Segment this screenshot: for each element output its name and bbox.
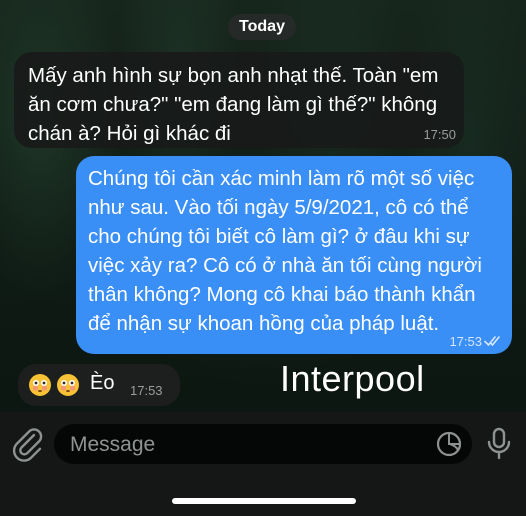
message-text: Chúng tôi cần xác minh làm rõ một số việ…: [88, 164, 508, 338]
message-line: Mấy anh hình sự bọn anh nhạt thế. Toàn "…: [28, 64, 439, 87]
microphone-icon[interactable]: [486, 426, 512, 462]
home-indicator[interactable]: [172, 498, 356, 504]
paperclip-icon[interactable]: [10, 426, 44, 462]
watermark-text: Interpool: [280, 358, 425, 399]
date-separator: Today: [228, 14, 296, 40]
message-line: như sau. Vào tối ngày 5/9/2021, cô có th…: [88, 196, 469, 219]
message-line: cho chúng tôi biết cô làm gì? ở đâu khi …: [88, 225, 470, 248]
message-input-field[interactable]: [54, 424, 472, 466]
outgoing-message-bubble[interactable]: Chúng tôi cần xác minh làm rõ một số việ…: [76, 156, 512, 354]
message-line: Chúng tôi cần xác minh làm rõ một số việ…: [88, 167, 475, 190]
incoming-message-bubble[interactable]: Mấy anh hình sự bọn anh nhạt thế. Toàn "…: [14, 52, 464, 148]
flushed-face-emoji-icon: [57, 374, 79, 396]
message-time: 17:50: [423, 127, 456, 142]
message-line: chán à? Hỏi gì khác đi: [28, 122, 231, 145]
message-line: để nhận sự khoan hồng của pháp luật.: [88, 312, 440, 335]
message-line: thân không? Mong cô khai báo thành khẩn: [88, 283, 476, 306]
message-time: 17:53: [449, 334, 482, 349]
flushed-face-emoji-icon: [29, 374, 51, 396]
message-text: Èo: [90, 372, 115, 394]
sticker-icon[interactable]: [436, 431, 462, 457]
double-check-icon: [484, 336, 500, 346]
message-line: ăn cơm chưa?" "em đang làm gì thế?" khôn…: [28, 93, 438, 116]
message-line: việc xảy ra? Cô có ở nhà ăn tối cùng ngư…: [88, 254, 482, 277]
message-time: 17:53: [130, 383, 163, 398]
message-text: Mấy anh hình sự bọn anh nhạt thế. Toàn "…: [28, 61, 458, 148]
incoming-message-bubble[interactable]: Èo 17:53: [18, 364, 180, 406]
message-input[interactable]: [68, 424, 422, 466]
